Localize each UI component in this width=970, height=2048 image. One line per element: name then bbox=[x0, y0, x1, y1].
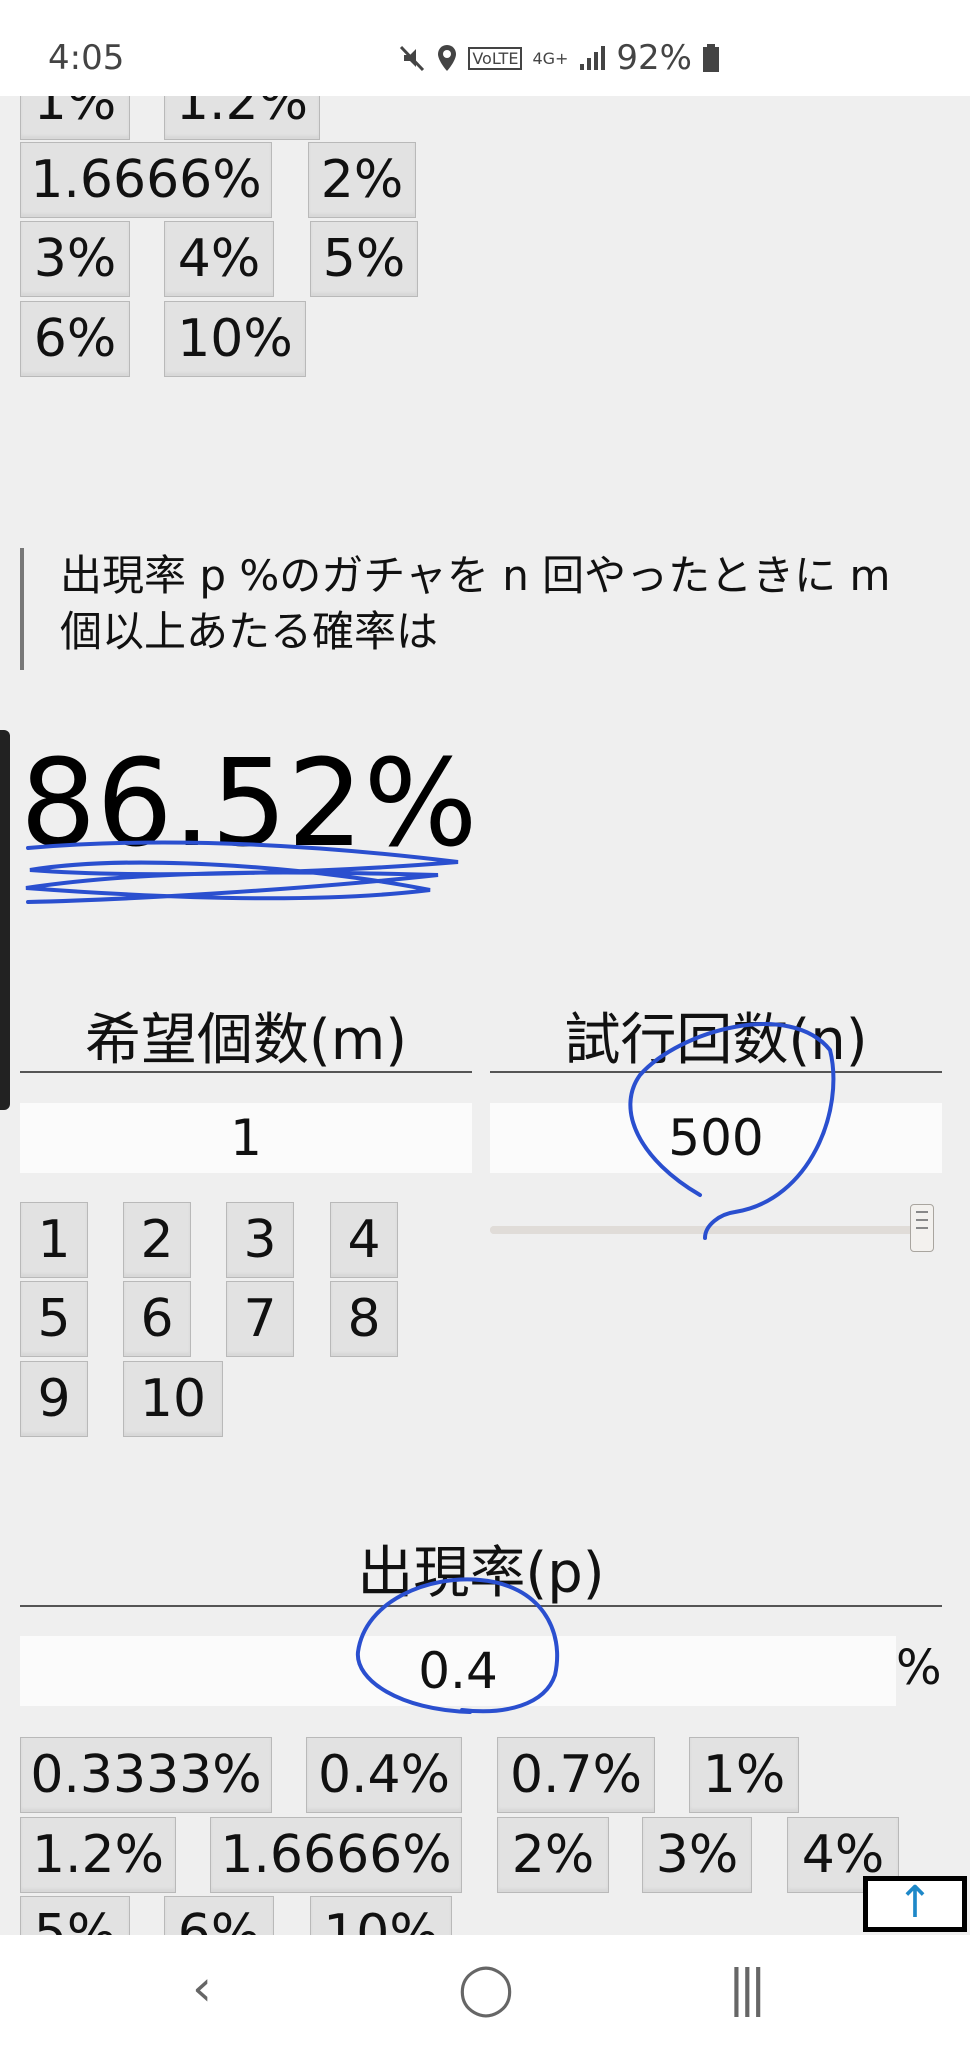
trials-slider-thumb[interactable] bbox=[910, 1204, 934, 1252]
home-button[interactable]: ◯ bbox=[458, 1959, 514, 2017]
desired-count-button[interactable]: 7 bbox=[226, 1281, 294, 1357]
rate-button[interactable]: 0.7% bbox=[497, 1737, 655, 1813]
desired-count-button[interactable]: 4 bbox=[330, 1202, 398, 1278]
mute-icon bbox=[400, 45, 425, 72]
rate-button[interactable]: 3% bbox=[642, 1817, 752, 1893]
rate-unit: % bbox=[896, 1640, 942, 1696]
rate-label: 出現率(p) bbox=[357, 1541, 605, 1606]
top-rate-button[interactable]: 3% bbox=[20, 221, 130, 297]
rate-button[interactable]: 5% bbox=[20, 1896, 130, 1935]
edge-panel-handle[interactable] bbox=[0, 730, 10, 1110]
rate-divider bbox=[20, 1605, 942, 1607]
rate-button[interactable]: 0.4% bbox=[306, 1737, 462, 1813]
desired-count-button[interactable]: 6 bbox=[123, 1281, 191, 1357]
desired-count-divider bbox=[20, 1071, 472, 1073]
desired-count-button[interactable]: 3 bbox=[226, 1202, 294, 1278]
location-icon bbox=[438, 45, 457, 71]
top-rate-button[interactable]: 2% bbox=[308, 142, 416, 218]
desired-count-button[interactable]: 8 bbox=[330, 1281, 398, 1357]
navigation-bar: ‹ ◯ ||| bbox=[0, 1935, 970, 2048]
rate-button[interactable]: 1% bbox=[689, 1737, 799, 1813]
back-button[interactable]: ‹ bbox=[192, 1959, 212, 2017]
trials-input[interactable]: 500 bbox=[490, 1103, 942, 1173]
recents-button[interactable]: ||| bbox=[728, 1959, 766, 2017]
4g-icon: 4G+ bbox=[532, 48, 569, 68]
rate-button[interactable]: 1.2% bbox=[20, 1817, 176, 1893]
desired-count-button[interactable]: 2 bbox=[123, 1202, 191, 1278]
battery-percent: 92% bbox=[616, 38, 692, 78]
page-content: 1% 1.2% 1.6666% 2% 3% 4% 5% 6% 10% 出現率 p… bbox=[0, 0, 970, 1935]
probability-result: 86.52% bbox=[20, 735, 478, 874]
trials-label: 試行回数(n) bbox=[564, 1008, 868, 1073]
desired-count-button[interactable]: 9 bbox=[20, 1361, 88, 1437]
trials-slider[interactable] bbox=[490, 1204, 934, 1252]
desired-count-button[interactable]: 1 bbox=[20, 1202, 88, 1278]
desired-count-button[interactable]: 10 bbox=[123, 1361, 223, 1437]
trials-divider bbox=[490, 1071, 942, 1073]
question-heading: 出現率 p %のガチャを n 回やったときに m 個以上あたる確率は bbox=[20, 548, 920, 670]
rate-button[interactable]: 1.6666% bbox=[210, 1817, 462, 1893]
battery-icon bbox=[703, 44, 719, 72]
desired-count-button[interactable]: 5 bbox=[20, 1281, 88, 1357]
top-rate-button[interactable]: 10% bbox=[164, 301, 306, 377]
top-rate-button[interactable]: 5% bbox=[310, 221, 418, 297]
scroll-to-top-button[interactable]: ↑ bbox=[863, 1876, 967, 1932]
volte-icon: VoLTE bbox=[468, 46, 523, 70]
trials-slider-fill bbox=[490, 1226, 930, 1234]
status-bar: 4:05 VoLTE 4G+ 92% bbox=[0, 0, 970, 96]
rate-button[interactable]: 6% bbox=[164, 1896, 274, 1935]
signal-icon bbox=[580, 46, 606, 70]
top-rate-button[interactable]: 4% bbox=[164, 221, 274, 297]
rate-button[interactable]: 0.3333% bbox=[20, 1737, 272, 1813]
desired-count-input[interactable]: 1 bbox=[20, 1103, 472, 1173]
rate-input[interactable]: 0.4 bbox=[20, 1636, 896, 1706]
desired-count-label: 希望個数(m) bbox=[84, 1008, 408, 1073]
top-rate-button[interactable]: 6% bbox=[20, 301, 130, 377]
status-time: 4:05 bbox=[48, 38, 125, 78]
top-rate-button[interactable]: 1.6666% bbox=[20, 142, 272, 218]
rate-button[interactable]: 2% bbox=[497, 1817, 609, 1893]
rate-button[interactable]: 10% bbox=[310, 1896, 452, 1935]
status-icons: VoLTE 4G+ 92% bbox=[398, 38, 720, 78]
